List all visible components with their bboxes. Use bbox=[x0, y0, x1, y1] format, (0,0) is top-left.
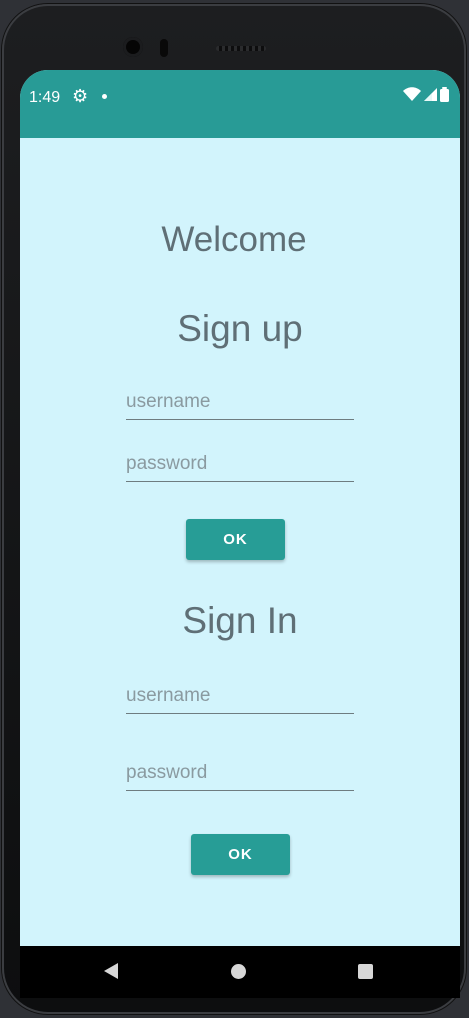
status-bar: 1:49 ⚙ bbox=[20, 70, 460, 138]
welcome-title: Welcome bbox=[161, 220, 307, 259]
status-icons bbox=[403, 87, 449, 102]
cell-signal-icon bbox=[424, 88, 437, 101]
sign-up-title: Sign up bbox=[177, 308, 303, 349]
wifi-icon bbox=[403, 87, 421, 101]
gear-icon: ⚙ bbox=[72, 86, 89, 106]
sign-up-ok-button[interactable]: OK bbox=[186, 519, 285, 560]
sign-in-password-input[interactable] bbox=[126, 756, 354, 790]
sign-in-ok-button[interactable]: OK bbox=[191, 834, 290, 875]
sensor-icon bbox=[160, 39, 168, 57]
sign-up-username-input[interactable] bbox=[126, 385, 354, 419]
sign-in-title: Sign In bbox=[182, 600, 298, 641]
camera-icon bbox=[123, 37, 143, 57]
home-circle-icon[interactable] bbox=[231, 964, 246, 979]
sign-in-username-input[interactable] bbox=[126, 679, 354, 713]
speaker-icon bbox=[216, 46, 266, 51]
main-content: Welcome Sign up OK Sign In OK bbox=[20, 138, 460, 946]
sign-up-password-input[interactable] bbox=[126, 447, 354, 481]
sign-in-username-field[interactable] bbox=[126, 679, 354, 714]
battery-icon bbox=[440, 87, 449, 102]
status-time: 1:49 bbox=[29, 89, 61, 106]
sign-in-password-field[interactable] bbox=[126, 756, 354, 791]
back-triangle-icon[interactable] bbox=[104, 963, 118, 979]
sign-up-username-field[interactable] bbox=[126, 385, 354, 420]
phone-frame: 1:49 ⚙ Welcome Sign up username OK Sign … bbox=[2, 4, 466, 1014]
notification-dot-icon bbox=[102, 94, 107, 99]
navigation-bar bbox=[20, 946, 460, 998]
recents-square-icon[interactable] bbox=[358, 964, 373, 979]
sign-up-password-field[interactable] bbox=[126, 447, 354, 482]
device-screen: 1:49 ⚙ Welcome Sign up username OK Sign … bbox=[20, 70, 460, 998]
